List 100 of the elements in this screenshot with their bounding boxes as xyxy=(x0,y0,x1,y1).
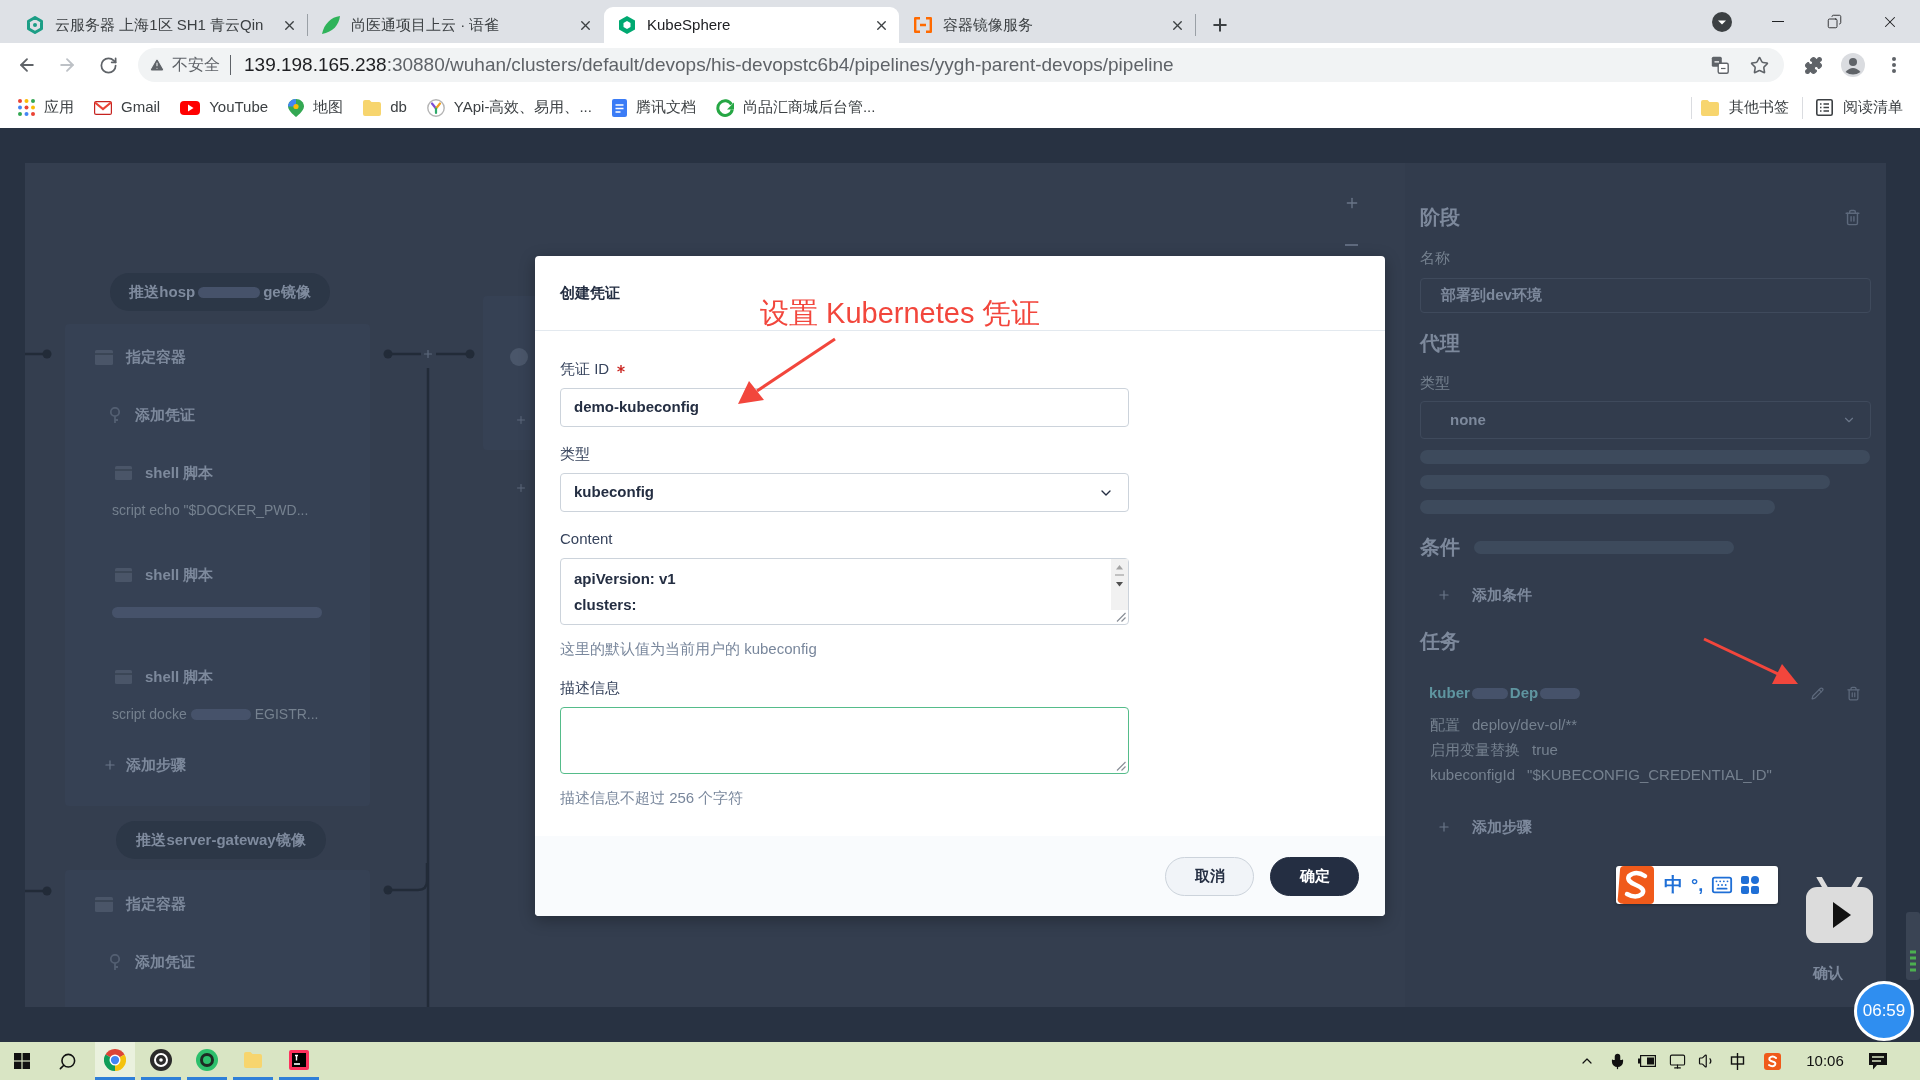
property-key: kubeconfigId xyxy=(1430,763,1516,787)
hexagon-icon xyxy=(618,16,636,34)
plus-icon xyxy=(1437,820,1451,834)
field-label: 类型 xyxy=(1420,373,1450,393)
document-icon xyxy=(611,98,627,117)
security-indicator[interactable]: 不安全 xyxy=(149,53,220,77)
bookmark-item[interactable]: 其他书签 xyxy=(1692,92,1798,123)
logo-icon xyxy=(1763,1052,1781,1070)
field-label: 名称 xyxy=(1420,248,1450,268)
hexagon-icon xyxy=(26,16,44,34)
ring-icon xyxy=(196,1048,218,1071)
hint-text: 描述信息不超过 256 个字符 xyxy=(560,788,745,808)
step-detail: EGISTR... xyxy=(254,704,319,724)
speech-bubble-icon xyxy=(1869,1052,1887,1070)
forward-arrow-icon xyxy=(57,55,77,75)
confirm-button[interactable]: 确定 xyxy=(1270,856,1359,896)
clock[interactable]: 10:06 xyxy=(1800,1042,1850,1080)
annotation-text: 设置 Kubernetes 凭证 xyxy=(760,296,1041,331)
section-heading: 阶段 xyxy=(1420,205,1460,229)
reload-icon xyxy=(98,55,118,75)
hint-text: 这里的默认值为当前用户的 kubeconfig xyxy=(560,639,818,659)
star-icon xyxy=(1749,55,1769,75)
avatar-icon xyxy=(1841,53,1865,77)
key-icon xyxy=(108,407,122,423)
blurred-text xyxy=(1471,687,1508,699)
circular-arrow-icon xyxy=(715,98,734,117)
punctuation-button[interactable]: °, xyxy=(1691,873,1704,897)
property-value: true xyxy=(1532,739,1558,760)
property-value: "$KUBECONFIG_CREDENTIAL_ID" xyxy=(1527,764,1772,785)
bookmark-item[interactable]: 应用 xyxy=(11,92,81,123)
connector-line xyxy=(25,349,52,359)
menu-icon xyxy=(1892,57,1896,73)
task-title: Dep xyxy=(1509,682,1539,703)
windows-logo-icon xyxy=(14,1053,30,1069)
translate-icon xyxy=(1711,56,1729,74)
search-icon xyxy=(57,1051,77,1071)
dropdown-icon xyxy=(1712,11,1732,32)
tv-play-icon[interactable] xyxy=(1806,877,1873,943)
timer-badge: 06:59 xyxy=(1854,981,1914,1041)
text-input[interactable]: demo-kubeconfig xyxy=(560,388,1129,427)
textarea-field[interactable]: apiVersion: v1 clusters: xyxy=(560,558,1129,625)
disc-icon xyxy=(150,1048,172,1071)
bracket-icon xyxy=(914,17,932,33)
envelope-icon xyxy=(94,100,112,115)
bookmark-item[interactable]: 地图 xyxy=(281,92,351,123)
play-icon xyxy=(180,100,201,115)
grid-icon[interactable] xyxy=(1741,876,1760,894)
connector-line xyxy=(436,349,475,359)
browser-tab[interactable]: 尚医通项目上云 · 语雀 xyxy=(308,7,603,43)
restore-icon xyxy=(1826,14,1842,29)
section-heading: 任务 xyxy=(1420,629,1460,653)
plus-icon xyxy=(1437,588,1451,602)
map-pin-icon xyxy=(288,98,305,117)
scrollbar xyxy=(1111,559,1128,610)
step-detail: script echo "$DOCKER_PWD... xyxy=(112,500,309,520)
blurred-text xyxy=(1540,687,1581,699)
textarea-field[interactable] xyxy=(560,707,1129,774)
dialog-title: 创建凭证 xyxy=(560,282,620,303)
step-detail: script docke xyxy=(112,704,187,724)
level-meter-icon xyxy=(1906,912,1920,980)
bookmark-item[interactable]: Gmail xyxy=(87,92,168,123)
browser-tab[interactable]: 容器镜像服务 xyxy=(900,7,1195,43)
field-label: 凭证 ID xyxy=(560,358,610,379)
bookmark-item[interactable]: 尚品汇商城后台管... xyxy=(708,92,883,123)
resize-grip-icon xyxy=(1115,611,1126,622)
fork-icon xyxy=(426,98,445,117)
section-heading: 条件 xyxy=(1420,535,1460,559)
browser-tab[interactable]: 云服务器 上海1区 SH1 青云Qin xyxy=(12,7,307,43)
field-label: 描述信息 xyxy=(560,677,620,698)
bookmark-item[interactable]: YApi-高效、易用、... xyxy=(419,92,599,123)
bookmark-item[interactable]: db xyxy=(356,92,414,123)
apps-grid-icon xyxy=(18,99,35,116)
folder-icon xyxy=(363,99,382,116)
url-text: 139.198.165.238:30880/wuhan/clusters/default/devops/his-devopstc6b4/pipelines/yygh-parent-devops/pipeline xyxy=(244,52,1174,77)
battery-icon xyxy=(1638,1055,1656,1067)
connector-line xyxy=(25,886,52,896)
cancel-button[interactable]: 取消 xyxy=(1165,856,1254,896)
bookmark-item[interactable]: 腾讯文档 xyxy=(604,92,703,123)
type-select[interactable]: kubeconfig xyxy=(560,473,1129,512)
editor-icon xyxy=(289,1049,309,1070)
property-key: 启用变量替换 xyxy=(1430,738,1520,762)
monitor-icon xyxy=(1668,1052,1686,1070)
address-bar[interactable]: 不安全 139.198.165.238:30880/wuhan/clusters/default/devops/his-devopstc6b4/pipelines/yygh-parent-devops/pipeline xyxy=(138,48,1784,82)
keyboard-icon[interactable] xyxy=(1711,874,1734,896)
minimize-icon xyxy=(1771,20,1785,23)
field-label: Content xyxy=(560,528,613,549)
ime-mode-button[interactable]: 中 xyxy=(1664,873,1683,897)
bookmark-item[interactable]: 阅读清单 xyxy=(1807,92,1912,123)
leaf-icon xyxy=(322,16,340,34)
puzzle-icon xyxy=(1803,55,1823,75)
input-method-icon xyxy=(1728,1052,1746,1070)
bookmark-item[interactable]: YouTube xyxy=(173,92,276,123)
folder-icon xyxy=(1701,99,1719,116)
browser-tab[interactable]: KubeSphere xyxy=(604,7,899,43)
warning-icon xyxy=(149,57,165,73)
plus-icon xyxy=(103,758,117,772)
resize-grip-icon xyxy=(1115,760,1126,771)
task-title: kuber xyxy=(1429,682,1470,703)
circle-icon xyxy=(510,348,528,366)
property-value: deploy/dev-ol/** xyxy=(1472,714,1578,735)
